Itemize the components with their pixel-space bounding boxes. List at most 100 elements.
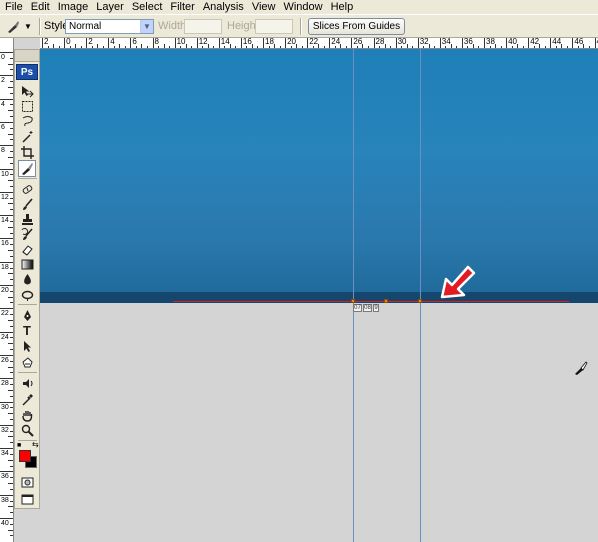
ruler-major-tick <box>307 38 309 48</box>
photoshop-window: File Edit Image Layer Select Filter Anal… <box>0 0 598 542</box>
ruler-number: 0 <box>66 38 71 46</box>
horizontal-ruler[interactable]: 2 0 2 4 6 8 10 12 14 16 18 20 22 24 26 28 30 32 34 36 38 40 42… <box>40 38 598 49</box>
red-guide-line <box>173 301 569 302</box>
ruler-major-tick <box>86 38 88 48</box>
foreground-color-swatch[interactable] <box>19 450 31 462</box>
ruler-number: 16 <box>1 240 9 248</box>
ruler-number: 38 <box>1 496 9 504</box>
ruler-major-tick <box>108 38 110 48</box>
vertical-ruler[interactable]: 0 2 4 6 8 10 12 14 16 18 20 22 24 26 28 30 32 34 36 38 40 <box>0 38 14 542</box>
document-canvas[interactable]: 07 08 9 <box>40 49 598 542</box>
ruler-number: 44 <box>552 38 562 46</box>
quick-mask-icon[interactable] <box>18 474 36 491</box>
toolbox-grip[interactable] <box>15 50 39 62</box>
menu-filter[interactable]: Filter <box>167 0 199 14</box>
ruler-number: 8 <box>154 38 159 46</box>
vertical-guide[interactable] <box>353 49 354 542</box>
shape-tool-icon[interactable] <box>18 354 36 371</box>
slice-tool-icon <box>8 20 19 33</box>
menu-analysis[interactable]: Analysis <box>200 0 249 14</box>
path-selection-tool-icon[interactable] <box>18 338 36 355</box>
eyedropper-tool-icon[interactable] <box>18 391 36 408</box>
ruler-number: 40 <box>508 38 517 46</box>
ruler-major-tick <box>528 38 530 48</box>
menu-file[interactable]: File <box>2 0 28 14</box>
menu-image[interactable]: Image <box>55 0 94 14</box>
style-select-value: Normal <box>69 21 102 32</box>
vertical-guide[interactable] <box>420 49 421 542</box>
slice-handle[interactable] <box>351 299 355 303</box>
dodge-tool-icon[interactable] <box>18 286 36 303</box>
ruler-number: 26 <box>353 38 363 46</box>
menu-window[interactable]: Window <box>280 0 327 14</box>
ruler-major-tick <box>0 145 13 147</box>
zoom-tool-icon[interactable] <box>18 422 36 439</box>
ruler-number: 34 <box>1 450 9 458</box>
menu-edit[interactable]: Edit <box>28 0 55 14</box>
ruler-major-tick <box>0 285 13 286</box>
3d-rotate-tool-icon[interactable] <box>18 375 36 392</box>
menu-select[interactable]: Select <box>129 0 168 14</box>
ruler-number: 10 <box>176 38 186 46</box>
ruler-major-tick <box>0 75 13 77</box>
toolbox-separator <box>18 304 37 305</box>
default-colors-icon[interactable]: ■ <box>17 442 21 449</box>
ruler-major-tick <box>439 38 441 48</box>
ruler-number: 12 <box>1 193 9 201</box>
ruler-major-tick <box>0 98 13 100</box>
ruler-number: 2 <box>44 38 49 46</box>
slice-number-label: 07 <box>353 304 362 312</box>
magic-wand-tool-icon[interactable] <box>18 128 36 145</box>
slice-number-label: 08 <box>363 304 372 312</box>
style-select[interactable]: Normal ▼ <box>65 19 154 34</box>
screen-mode-icon[interactable] <box>18 491 36 508</box>
width-field[interactable] <box>184 19 222 34</box>
ruler-number: 20 <box>287 38 296 46</box>
menu-help[interactable]: Help <box>328 0 359 14</box>
ruler-number: 30 <box>1 403 9 411</box>
menu-view[interactable]: View <box>249 0 281 14</box>
ruler-number: 24 <box>1 333 9 341</box>
swap-colors-icon[interactable]: ⇆ <box>32 440 39 449</box>
slices-from-guides-button[interactable]: Slices From Guides <box>308 18 405 35</box>
ruler-major-tick <box>0 354 13 356</box>
menu-layer[interactable]: Layer <box>93 0 129 14</box>
ruler-major-tick <box>0 238 13 240</box>
ruler-number: 22 <box>309 38 319 46</box>
ruler-number: 28 <box>375 38 385 46</box>
crop-tool-icon[interactable] <box>18 144 36 161</box>
type-tool-icon[interactable]: T <box>18 322 36 339</box>
ruler-number: 18 <box>265 38 274 46</box>
ruler-number: 2 <box>88 38 93 46</box>
tool-preset-picker[interactable]: ▼ <box>6 18 40 35</box>
options-separator <box>39 18 41 35</box>
ruler-major-tick <box>0 52 13 53</box>
ruler-minor-tick <box>10 512 13 514</box>
ruler-number: 38 <box>486 38 495 46</box>
ruler-minor-tick <box>10 523 13 525</box>
ruler-number: 28 <box>1 380 9 388</box>
height-field[interactable] <box>255 19 293 34</box>
photoshop-logo[interactable]: Ps <box>16 64 38 80</box>
slice-cursor-icon <box>575 361 588 375</box>
ruler-number: 12 <box>198 38 208 46</box>
ruler-major-tick <box>285 38 287 48</box>
red-arrow-icon <box>440 265 476 299</box>
slice-handle[interactable] <box>384 299 388 303</box>
ruler-number: 6 <box>132 38 137 46</box>
slice-handle[interactable] <box>418 299 422 303</box>
ruler-major-tick <box>506 38 508 48</box>
ruler-major-tick <box>461 38 463 48</box>
ruler-major-tick <box>417 38 419 48</box>
slice-number-label: 9 <box>373 304 379 312</box>
ruler-major-tick <box>42 38 43 48</box>
ruler-number: 26 <box>1 356 9 364</box>
slice-tool-icon[interactable] <box>18 160 36 177</box>
ruler-major-tick <box>550 38 552 48</box>
ruler-number: 32 <box>1 426 9 434</box>
ruler-major-tick <box>0 215 13 217</box>
ruler-number: 14 <box>1 217 9 225</box>
ruler-number: 46 <box>574 38 584 46</box>
ruler-number: 8 <box>1 147 5 155</box>
ruler-major-tick <box>218 38 220 48</box>
